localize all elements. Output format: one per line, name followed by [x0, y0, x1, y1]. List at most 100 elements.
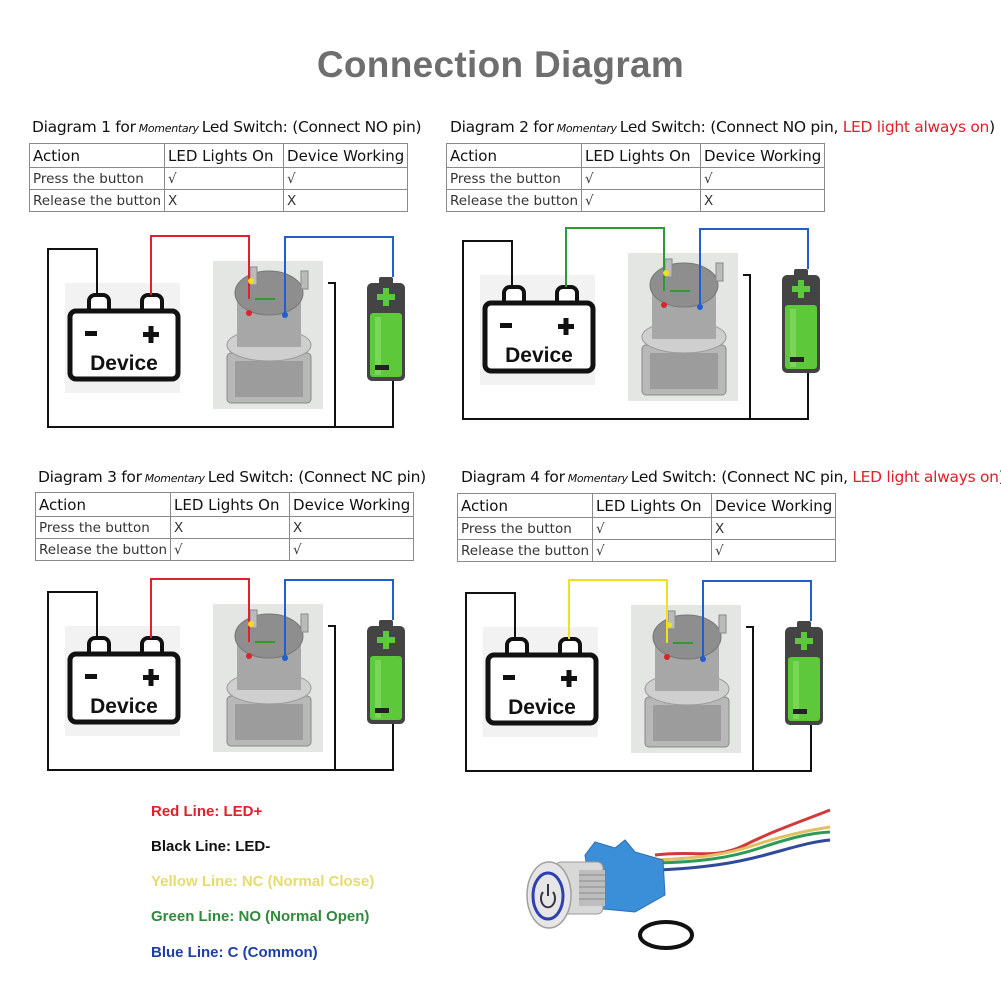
device-cell: X [700, 189, 826, 212]
legend-red-text: Red Line: LED+ [151, 803, 263, 820]
legend-blue-text: Blue Line: C (Common) [151, 944, 318, 961]
diagram-title-prefix: Diagram 2 for [450, 118, 554, 136]
table-header-cell: Device Working [283, 143, 409, 168]
table-header-cell: Action [28, 143, 166, 168]
table-header-row: Action LED Lights On Device Working [445, 143, 826, 168]
o-ring [638, 920, 694, 950]
battery-icon [785, 621, 823, 725]
common-pin-marker [700, 656, 706, 662]
diagram-2-title: Diagram 2 for Momentary Led Switch: (Conne… [450, 118, 995, 136]
table-header-cell: Action [34, 492, 172, 517]
diagram-title-prefix: Diagram 3 for [38, 468, 142, 486]
legend-black-text: Black Line: LED- [151, 838, 271, 855]
legend-black: Black Line: LED- [151, 838, 270, 855]
table-row: Release the button X X [28, 189, 409, 212]
diagram-title-suffix: Led Switch: (Connect NC pin, [630, 468, 853, 486]
led-cell: √ [592, 539, 713, 562]
battery-icon [782, 269, 820, 373]
minus-sign-icon [85, 331, 97, 336]
legend-yellow-text: Yellow Line: NC (Normal Close) [151, 873, 375, 890]
action-cell: Press the button [28, 167, 166, 190]
table-row: Release the button √ X [445, 189, 826, 212]
action-cell: Press the button [456, 517, 594, 540]
nc-pin-marker [248, 621, 254, 627]
led-cell: √ [164, 167, 285, 190]
common-pin-marker [282, 312, 288, 318]
led-plus-marker [246, 653, 252, 659]
diagram-1-table: Action LED Lights On Device Working Press t… [28, 143, 409, 212]
diagram-1-title: Diagram 1 for Momentary Led Switch: (Conne… [32, 118, 422, 136]
action-cell: Press the button [445, 167, 583, 190]
battery-icon [367, 277, 405, 381]
black-wire-switch [328, 625, 336, 770]
diagram-3-title: Diagram 3 for Momentary Led Switch: (Conne… [38, 468, 426, 486]
diagram-2-circuit: Device [462, 227, 820, 420]
diagram-title-note: LED light always on [842, 118, 990, 136]
legend-blue: Blue Line: C (Common) [151, 944, 318, 961]
legend-yellow: Yellow Line: NC (Normal Close) [151, 873, 374, 890]
action-cell: Release the button [445, 189, 583, 212]
common-pin-marker [697, 304, 703, 310]
action-cell: Press the button [34, 516, 172, 539]
legend-green-text: Green Line: NO (Normal Open) [151, 908, 370, 925]
diagram-1-circuit: Device [47, 235, 405, 428]
table-header-cell: Device Working [700, 143, 826, 168]
table-row: Release the button √ √ [456, 539, 837, 562]
action-cell: Release the button [34, 538, 172, 561]
minus-sign-icon [85, 674, 97, 679]
page-title: Connection Diagram [316, 44, 685, 85]
device-cell: √ [700, 167, 826, 190]
diagram-title-prefix: Diagram 1 for [32, 118, 136, 136]
table-row: Press the button √ √ [445, 167, 826, 190]
device-label: Device [90, 695, 158, 718]
battery-icon [367, 620, 405, 724]
table-header-cell: LED Lights On [581, 143, 702, 168]
legend-red: Red Line: LED+ [151, 803, 262, 820]
led-cell: X [164, 189, 285, 212]
table-header-cell: Action [456, 493, 594, 518]
table-header-row: Action LED Lights On Device Working [456, 493, 837, 518]
diagram-title-mode: Momentary [556, 122, 617, 135]
switch-product-image [526, 808, 831, 950]
diagram-title-suffix: Led Switch: (Connect NC pin) [207, 468, 426, 486]
switch-pin [715, 262, 724, 282]
diagram-3-table: Action LED Lights On Device Working Press t… [34, 492, 415, 561]
led-plus-marker [661, 302, 667, 308]
device-cell: X [283, 189, 409, 212]
device-cell: X [711, 517, 837, 540]
diagram-4-table: Action LED Lights On Device Working Press t… [456, 493, 837, 562]
battery-minus-icon [375, 365, 389, 370]
diagram-title-close: ) [989, 118, 995, 136]
device-label: Device [505, 344, 573, 367]
device-cell: √ [283, 167, 409, 190]
diagram-title-mode: Momentary [144, 472, 205, 485]
led-cell: √ [581, 167, 702, 190]
device-label: Device [508, 696, 576, 719]
led-cell: √ [592, 517, 713, 540]
nc-pin-marker [663, 270, 669, 276]
diagram-title-prefix: Diagram 4 for [461, 468, 565, 486]
led-cell: √ [170, 538, 291, 561]
switch-body [226, 609, 312, 747]
wire-bundle [654, 808, 831, 872]
action-cell: Release the button [456, 539, 594, 562]
table-row: Press the button √ √ [28, 167, 409, 190]
table-header-cell: Device Working [711, 493, 837, 518]
nc-pin-marker [666, 622, 672, 628]
diagram-title-suffix: Led Switch: (Connect NO pin, [619, 118, 843, 136]
table-header-row: Action LED Lights On Device Working [34, 492, 415, 517]
nc-pin-marker [248, 278, 254, 284]
switch-body [641, 258, 727, 396]
device-cell: √ [289, 538, 415, 561]
diagram-2-table: Action LED Lights On Device Working Press t… [445, 143, 826, 212]
diagram-4-title: Diagram 4 for Momentary Led Switch: (Conne… [461, 468, 1001, 486]
led-plus-marker [664, 654, 670, 660]
battery-minus-icon [790, 357, 804, 362]
diagram-title-mode: Momentary [567, 472, 628, 485]
minus-sign-icon [503, 675, 515, 680]
table-header-row: Action LED Lights On Device Working [28, 143, 409, 168]
switch-pin [718, 614, 727, 634]
table-header-cell: LED Lights On [170, 492, 291, 517]
diagram-title-suffix: Led Switch: (Connect NO pin) [201, 118, 422, 136]
table-row: Press the button X X [34, 516, 415, 539]
